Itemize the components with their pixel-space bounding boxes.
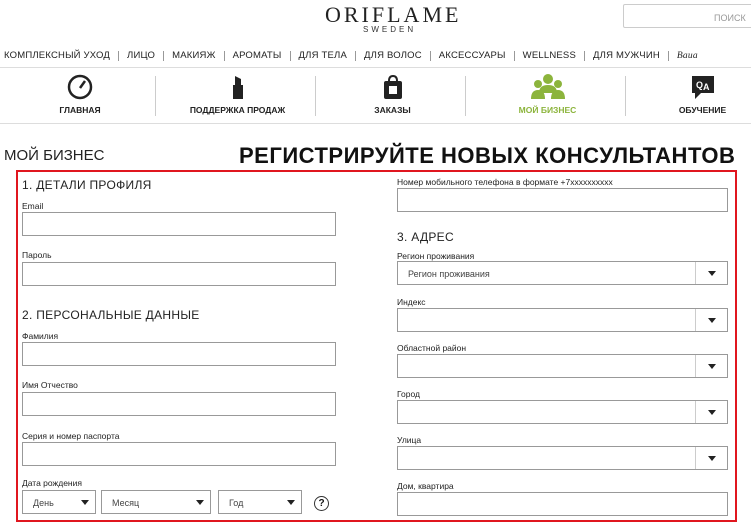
phone-field[interactable] (397, 188, 728, 212)
chevron-down-icon (695, 355, 727, 377)
district-label: Областной район (397, 343, 467, 353)
nav-education[interactable]: Q A ОБУЧЕНИЕ (665, 68, 740, 123)
nav-label: ГЛАВНАЯ (59, 105, 101, 115)
section-address-title: 3. АДРЕС (397, 230, 454, 244)
lipstick-icon (232, 76, 243, 99)
category-link[interactable]: КОМПЛЕКСНЫЙ УХОД (0, 51, 120, 61)
house-label: Дом, квартира (397, 481, 454, 491)
qa-icon: Q A (691, 76, 714, 99)
svg-text:A: A (703, 82, 710, 92)
chevron-down-icon (695, 309, 727, 331)
section-profile-title: 1. ДЕТАЛИ ПРОФИЛЯ (22, 178, 152, 192)
phone-label: Номер мобильного телефона в формате +7xx… (397, 177, 613, 187)
passport-field[interactable] (22, 442, 336, 466)
category-link[interactable]: Baua (669, 51, 706, 61)
category-link[interactable]: ДЛЯ МУЖЧИН (585, 51, 669, 61)
nav-label: ОБУЧЕНИЕ (678, 105, 727, 115)
password-field[interactable] (22, 262, 336, 286)
section-nav: ГЛАВНАЯ ПОДДЕРЖКА ПРОДАЖ ЗАКАЗЫ МОЙ БИЗН… (0, 67, 751, 124)
divider (465, 76, 466, 116)
day-select-value: День (33, 498, 54, 508)
nav-label: ЗАКАЗЫ (374, 105, 411, 115)
password-label: Пароль (22, 250, 52, 260)
chevron-down-icon (695, 447, 727, 469)
nav-orders[interactable]: ЗАКАЗЫ (345, 68, 440, 123)
category-link[interactable]: АРОМАТЫ (225, 51, 291, 61)
surname-field[interactable] (22, 342, 336, 366)
headline: РЕГИСТРИРУЙТЕ НОВЫХ КОНСУЛЬТАНТОВ (239, 143, 736, 168)
divider (315, 76, 316, 116)
chevron-down-icon (283, 491, 301, 513)
house-field[interactable] (397, 492, 728, 516)
index-select[interactable] (397, 308, 728, 332)
help-icon[interactable]: ? (314, 496, 329, 511)
region-select[interactable]: Регион проживания (397, 261, 728, 285)
nav-sales-support[interactable]: ПОДДЕРЖКА ПРОДАЖ (180, 68, 295, 123)
year-select-value: Год (229, 498, 244, 508)
email-field[interactable] (22, 212, 336, 236)
category-link[interactable]: ЛИЦО (119, 51, 165, 61)
region-label: Регион проживания (397, 251, 475, 261)
people-icon (530, 74, 565, 99)
street-select[interactable] (397, 446, 728, 470)
surname-label: Фамилия (22, 331, 59, 341)
category-link[interactable]: АКСЕССУАРЫ (431, 51, 515, 61)
city-select[interactable] (397, 400, 728, 424)
category-nav: КОМПЛЕКСНЫЙ УХОД ЛИЦО МАКИЯЖ АРОМАТЫ ДЛЯ… (0, 47, 751, 65)
year-select[interactable]: Год (218, 490, 302, 514)
city-label: Город (397, 389, 420, 399)
name-field[interactable] (22, 392, 336, 416)
month-select[interactable]: Месяц (101, 490, 211, 514)
name-label: Имя Отчество (22, 380, 78, 390)
page-title: МОЙ БИЗНЕС (4, 147, 105, 164)
nav-my-business[interactable]: МОЙ БИЗНЕС (500, 68, 595, 123)
chevron-down-icon (77, 491, 95, 513)
chevron-down-icon (192, 491, 210, 513)
gauge-icon (67, 74, 93, 100)
category-link[interactable]: WELLNESS (515, 51, 585, 61)
birthdate-label: Дата рождения (22, 478, 82, 488)
street-label: Улица (397, 435, 422, 445)
district-select[interactable] (397, 354, 728, 378)
category-link[interactable]: МАКИЯЖ (164, 51, 225, 61)
email-label: Email (22, 201, 44, 211)
category-link[interactable]: ДЛЯ ТЕЛА (291, 51, 357, 61)
divider (625, 76, 626, 116)
nav-home[interactable]: ГЛАВНАЯ (40, 68, 120, 123)
region-select-value: Регион проживания (408, 269, 490, 279)
nav-label: ПОДДЕРЖКА ПРОДАЖ (189, 105, 286, 115)
month-select-value: Месяц (112, 498, 140, 508)
category-link[interactable]: ДЛЯ ВОЛОС (356, 51, 431, 61)
divider (155, 76, 156, 116)
search-input[interactable]: ПОИСК (623, 4, 751, 28)
chevron-down-icon (695, 262, 727, 284)
svg-text:Q: Q (696, 80, 703, 90)
nav-label: МОЙ БИЗНЕС (518, 105, 577, 115)
section-personal-title: 2. ПЕРСОНАЛЬНЫЕ ДАННЫЕ (22, 308, 200, 322)
day-select[interactable]: День (22, 490, 96, 514)
logo-subtitle: SWEDEN (363, 25, 417, 34)
chevron-down-icon (695, 401, 727, 423)
index-label: Индекс (397, 297, 426, 307)
bag-icon (383, 74, 402, 99)
passport-label: Серия и номер паспорта (22, 431, 120, 441)
